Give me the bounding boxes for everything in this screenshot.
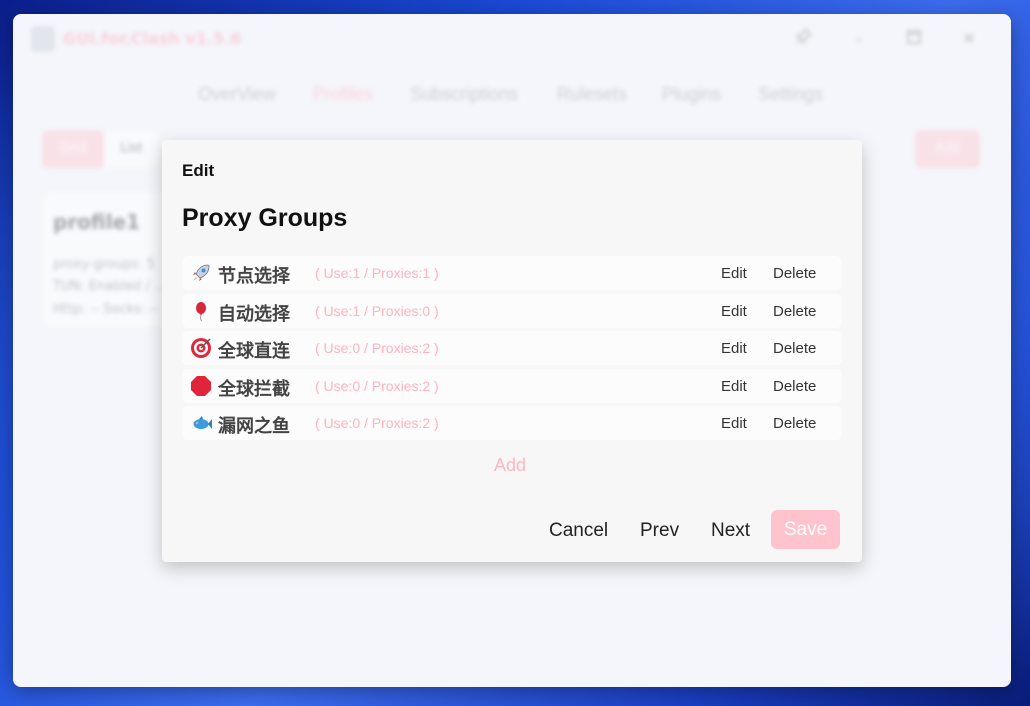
add-group-button[interactable]: Add bbox=[494, 455, 526, 476]
group-stats: ( Use:1 / Proxies:0 ) bbox=[315, 302, 439, 319]
edit-group-button[interactable]: Edit bbox=[721, 303, 747, 320]
list-item: 全球直连 ( Use:0 / Proxies:2 ) Edit Delete bbox=[182, 331, 842, 365]
proxy-group-list: 节点选择 ( Use:1 / Proxies:1 ) Edit Delete 自… bbox=[182, 256, 842, 444]
group-name: 全球直连 bbox=[218, 341, 290, 362]
section-title: Proxy Groups bbox=[182, 204, 348, 232]
balloon-icon bbox=[190, 300, 212, 322]
fish-icon bbox=[190, 412, 212, 434]
next-button[interactable]: Next bbox=[711, 520, 750, 542]
list-item: 漏网之鱼 ( Use:0 / Proxies:2 ) Edit Delete bbox=[182, 406, 842, 440]
group-stats: ( Use:0 / Proxies:2 ) bbox=[315, 377, 439, 394]
rocket-icon bbox=[190, 262, 212, 284]
prev-button[interactable]: Prev bbox=[640, 520, 679, 542]
edit-profile-dialog: Edit Proxy Groups 节点选择 ( Use:1 / Proxies… bbox=[162, 140, 862, 562]
dialog-title: Edit bbox=[182, 161, 215, 180]
delete-group-button[interactable]: Delete bbox=[773, 265, 816, 282]
edit-group-button[interactable]: Edit bbox=[721, 415, 747, 432]
list-item: 节点选择 ( Use:1 / Proxies:1 ) Edit Delete bbox=[182, 256, 842, 290]
group-stats: ( Use:0 / Proxies:2 ) bbox=[315, 340, 439, 356]
group-name: 自动选择 bbox=[218, 303, 290, 325]
cancel-button[interactable]: Cancel bbox=[549, 520, 608, 542]
group-name: 全球拦截 bbox=[218, 378, 290, 400]
delete-group-button[interactable]: Delete bbox=[773, 378, 816, 395]
group-name: 漏网之鱼 bbox=[218, 416, 290, 437]
target-icon bbox=[190, 337, 212, 359]
stop-sign-icon bbox=[190, 375, 212, 397]
edit-group-button[interactable]: Edit bbox=[721, 378, 747, 395]
edit-group-button[interactable]: Edit bbox=[721, 265, 747, 282]
list-item: 自动选择 ( Use:1 / Proxies:0 ) Edit Delete bbox=[182, 293, 842, 328]
group-name: 节点选择 bbox=[218, 266, 290, 287]
group-stats: ( Use:1 / Proxies:1 ) bbox=[315, 265, 439, 281]
delete-group-button[interactable]: Delete bbox=[773, 340, 816, 357]
edit-group-button[interactable]: Edit bbox=[721, 340, 747, 357]
delete-group-button[interactable]: Delete bbox=[773, 415, 816, 432]
delete-group-button[interactable]: Delete bbox=[773, 303, 816, 320]
save-button[interactable]: Save bbox=[771, 510, 840, 549]
list-item: 全球拦截 ( Use:0 / Proxies:2 ) Edit Delete bbox=[182, 368, 842, 403]
group-stats: ( Use:0 / Proxies:2 ) bbox=[315, 415, 439, 431]
